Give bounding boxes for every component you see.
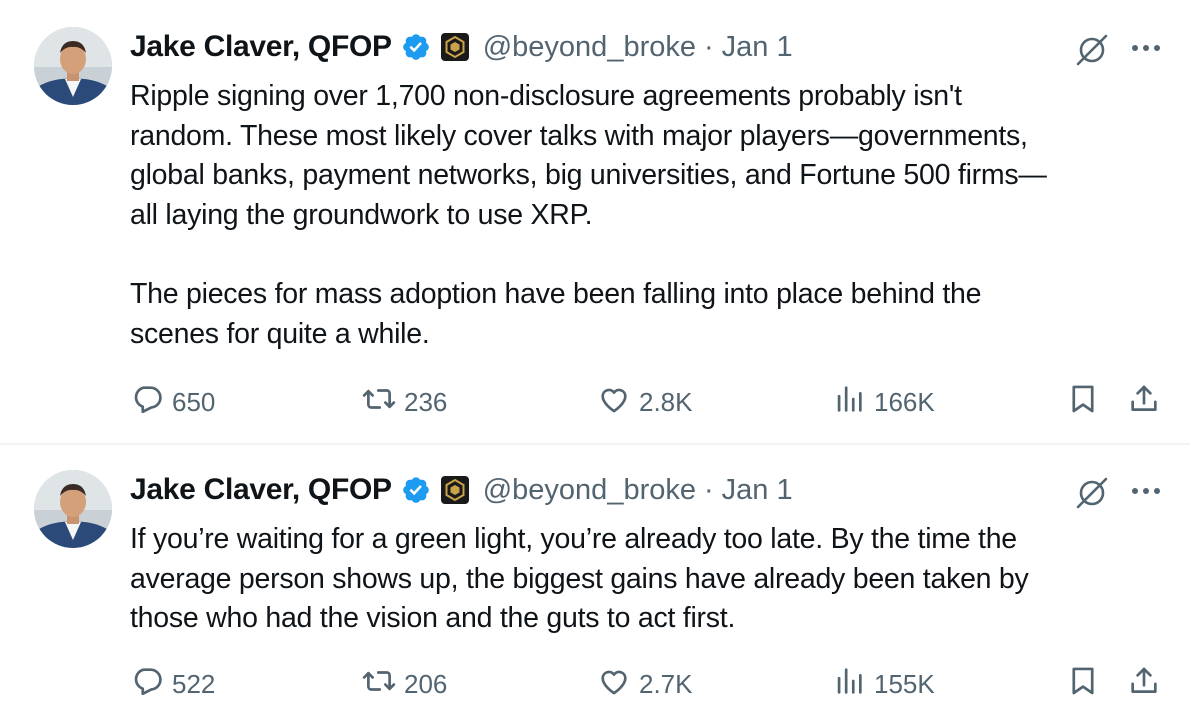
repost-button[interactable]: 236 [362,380,447,424]
author-handle[interactable]: @beyond_broke [483,31,696,64]
views-chart-icon [832,382,866,423]
views-count: 166K [874,386,935,417]
tweet-date[interactable]: Jan 1 [722,474,793,507]
like-button[interactable]: 2.7K [597,662,693,706]
action-bar: 522 206 2.7K 155K [0,662,1190,706]
like-count: 2.7K [639,668,693,699]
avatar[interactable] [34,470,112,548]
verified-badge-icon [401,475,431,505]
verified-badge-icon [401,32,431,62]
views-button[interactable]: 166K [832,380,935,424]
separator-dot: · [704,473,714,506]
bookmark-button[interactable] [1066,662,1100,706]
bookmark-button[interactable] [1066,380,1100,424]
reply-button[interactable]: 650 [130,380,215,424]
tweet[interactable]: Jake Claver, QFOP @beyond_broke · Jan 1 [0,445,1190,724]
heart-icon [597,664,631,705]
views-chart-icon [832,664,866,705]
grok-icon[interactable] [1072,30,1112,70]
tweet-paragraph: If you’re waiting for a green light, you… [130,523,1029,635]
tweet-text: Ripple signing over 1,700 non-disclosure… [130,77,1170,354]
bookmark-icon [1066,382,1100,423]
more-dots-icon[interactable] [1128,473,1164,509]
avatar[interactable] [34,27,112,105]
reply-icon [130,664,164,705]
more-dots-icon[interactable] [1128,30,1164,66]
share-button[interactable] [1127,380,1161,424]
views-button[interactable]: 155K [832,662,935,706]
action-bar: 650 236 2.8K 166K [0,380,1190,424]
share-icon [1127,664,1161,705]
like-count: 2.8K [639,386,693,417]
reply-icon [130,382,164,423]
tweet-paragraph: Ripple signing over 1,700 non-disclosure… [130,80,1047,231]
views-count: 155K [874,668,935,699]
bookmark-icon [1066,664,1100,705]
share-icon [1127,382,1161,423]
author-name[interactable]: Jake Claver, QFOP [130,473,392,507]
tweet-date[interactable]: Jan 1 [722,31,793,64]
repost-button[interactable]: 206 [362,662,447,706]
reply-count: 650 [172,386,216,417]
repost-icon [362,664,396,705]
reply-button[interactable]: 522 [130,662,215,706]
grok-icon[interactable] [1072,473,1112,513]
separator-dot: · [704,30,714,63]
like-button[interactable]: 2.8K [597,380,693,424]
tweet-text: If you’re waiting for a green light, you… [130,520,1170,639]
repost-count: 236 [404,386,448,417]
tweet[interactable]: Jake Claver, QFOP @beyond_broke · Jan 1 [0,0,1190,445]
reply-count: 522 [172,668,216,699]
heart-icon [597,382,631,423]
tweet-paragraph: The pieces for mass adoption have been f… [130,277,982,350]
repost-icon [362,382,396,423]
author-handle[interactable]: @beyond_broke [483,474,696,507]
repost-count: 206 [404,668,448,699]
share-button[interactable] [1127,662,1161,706]
tweet-header: Jake Claver, QFOP @beyond_broke · Jan 1 [130,471,793,509]
tweet-header: Jake Claver, QFOP @beyond_broke · Jan 1 [130,28,793,66]
hexagon-badge-icon[interactable] [440,33,469,61]
hexagon-badge-icon[interactable] [440,476,469,504]
author-name[interactable]: Jake Claver, QFOP [130,30,392,64]
